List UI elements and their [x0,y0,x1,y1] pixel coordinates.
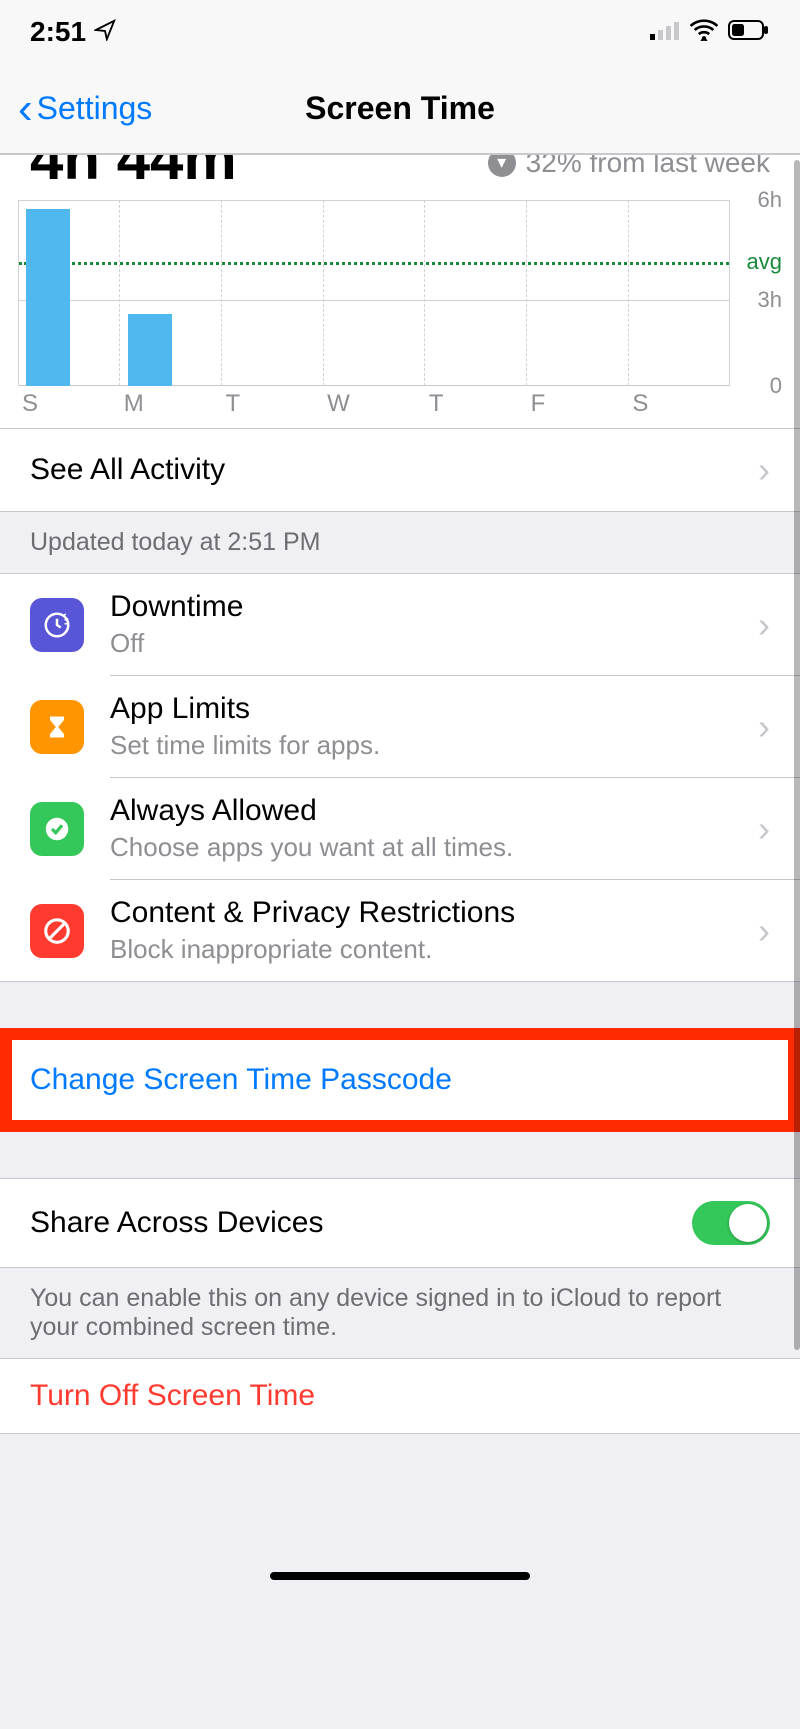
row-content-privacy-title: Content & Privacy Restrictions [110,896,746,930]
app-limits-icon [30,700,84,754]
chart-bar-0 [26,209,70,386]
controls-list: Downtime Off › App Limits Set time limits fo… [0,573,800,982]
status-bar: 2:51 [0,0,800,64]
chart-day-4 [424,200,526,386]
usage-chart: 6havg3h0SMTWTFS [0,186,800,428]
location-arrow-icon [94,16,116,48]
x-tick-2: T [221,390,323,420]
share-note: You can enable this on any device signed… [0,1268,800,1358]
x-tick-6: S [628,390,730,420]
usage-summary: 4h 44m ▾ 32% from last week [0,154,800,186]
chevron-right-icon: › [758,449,770,491]
chart-y-labels: 6havg3h0 [734,200,782,386]
row-downtime[interactable]: Downtime Off › [0,574,800,675]
chevron-right-icon: › [758,910,770,952]
chart-x-labels: SMTWTFS [18,390,730,420]
chevron-right-icon: › [758,604,770,646]
row-downtime-sub: Off [110,628,746,659]
turn-off-label: Turn Off Screen Time [30,1379,315,1413]
chart-day-1 [119,200,221,386]
back-button[interactable]: ‹ Settings [0,87,152,131]
share-across-devices-row[interactable]: Share Across Devices [0,1179,800,1267]
row-downtime-title: Downtime [110,590,746,624]
usage-change-text: 32% from last week [526,154,770,179]
chart-day-2 [221,200,323,386]
row-app-limits-sub: Set time limits for apps. [110,730,746,761]
nav-bar: ‹ Settings Screen Time [0,64,800,154]
chevron-left-icon: ‹ [18,87,33,131]
x-tick-5: F [527,390,629,420]
battery-icon [728,20,770,45]
y-tick-6h: 6h [758,187,782,213]
x-tick-1: M [120,390,222,420]
chart-avg-label: avg [747,249,782,275]
x-tick-4: T [425,390,527,420]
content-privacy-icon [30,904,84,958]
row-always-allowed-sub: Choose apps you want at all times. [110,832,746,863]
row-always-allowed-title: Always Allowed [110,794,746,828]
x-tick-3: W [323,390,425,420]
cellular-signal-icon [650,20,680,45]
row-app-limits-title: App Limits [110,692,746,726]
see-all-activity-label: See All Activity [30,453,225,487]
change-passcode-highlight: Change Screen Time Passcode [0,1038,800,1122]
chart-bars [18,200,730,386]
share-toggle[interactable] [692,1201,770,1245]
row-app-limits[interactable]: App Limits Set time limits for apps. › [0,676,800,777]
wifi-icon [690,19,718,46]
chevron-right-icon: › [758,706,770,748]
x-tick-0: S [18,390,120,420]
chevron-right-icon: › [758,808,770,850]
y-tick-0: 0 [770,373,782,399]
status-time-text: 2:51 [30,16,86,48]
back-label: Settings [37,90,153,127]
chart-day-6 [628,200,730,386]
down-arrow-icon: ▾ [488,154,516,177]
change-passcode-label: Change Screen Time Passcode [30,1063,452,1096]
always-allowed-icon [30,802,84,856]
row-content-privacy[interactable]: Content & Privacy Restrictions Block inap… [0,880,800,981]
usage-change: ▾ 32% from last week [488,154,770,179]
chart-bar-1 [128,314,172,386]
updated-note: Updated today at 2:51 PM [0,512,800,573]
row-always-allowed[interactable]: Always Allowed Choose apps you want at al… [0,778,800,879]
chart-day-0 [18,200,119,386]
chart-day-3 [323,200,425,386]
y-tick-3h: 3h [758,287,782,313]
row-content-privacy-sub: Block inappropriate content. [110,934,746,965]
downtime-icon [30,598,84,652]
total-usage-time: 4h 44m [30,154,237,165]
turn-off-screen-time-row[interactable]: Turn Off Screen Time [0,1359,800,1433]
scrollbar[interactable] [794,160,800,1350]
home-indicator[interactable] [270,1572,530,1580]
see-all-activity-row[interactable]: See All Activity › [0,429,800,511]
status-right-icons [650,19,770,46]
share-across-devices-label: Share Across Devices [30,1206,323,1240]
status-time: 2:51 [30,16,116,48]
change-passcode-row[interactable]: Change Screen Time Passcode [0,1038,800,1122]
chart-day-5 [526,200,628,386]
